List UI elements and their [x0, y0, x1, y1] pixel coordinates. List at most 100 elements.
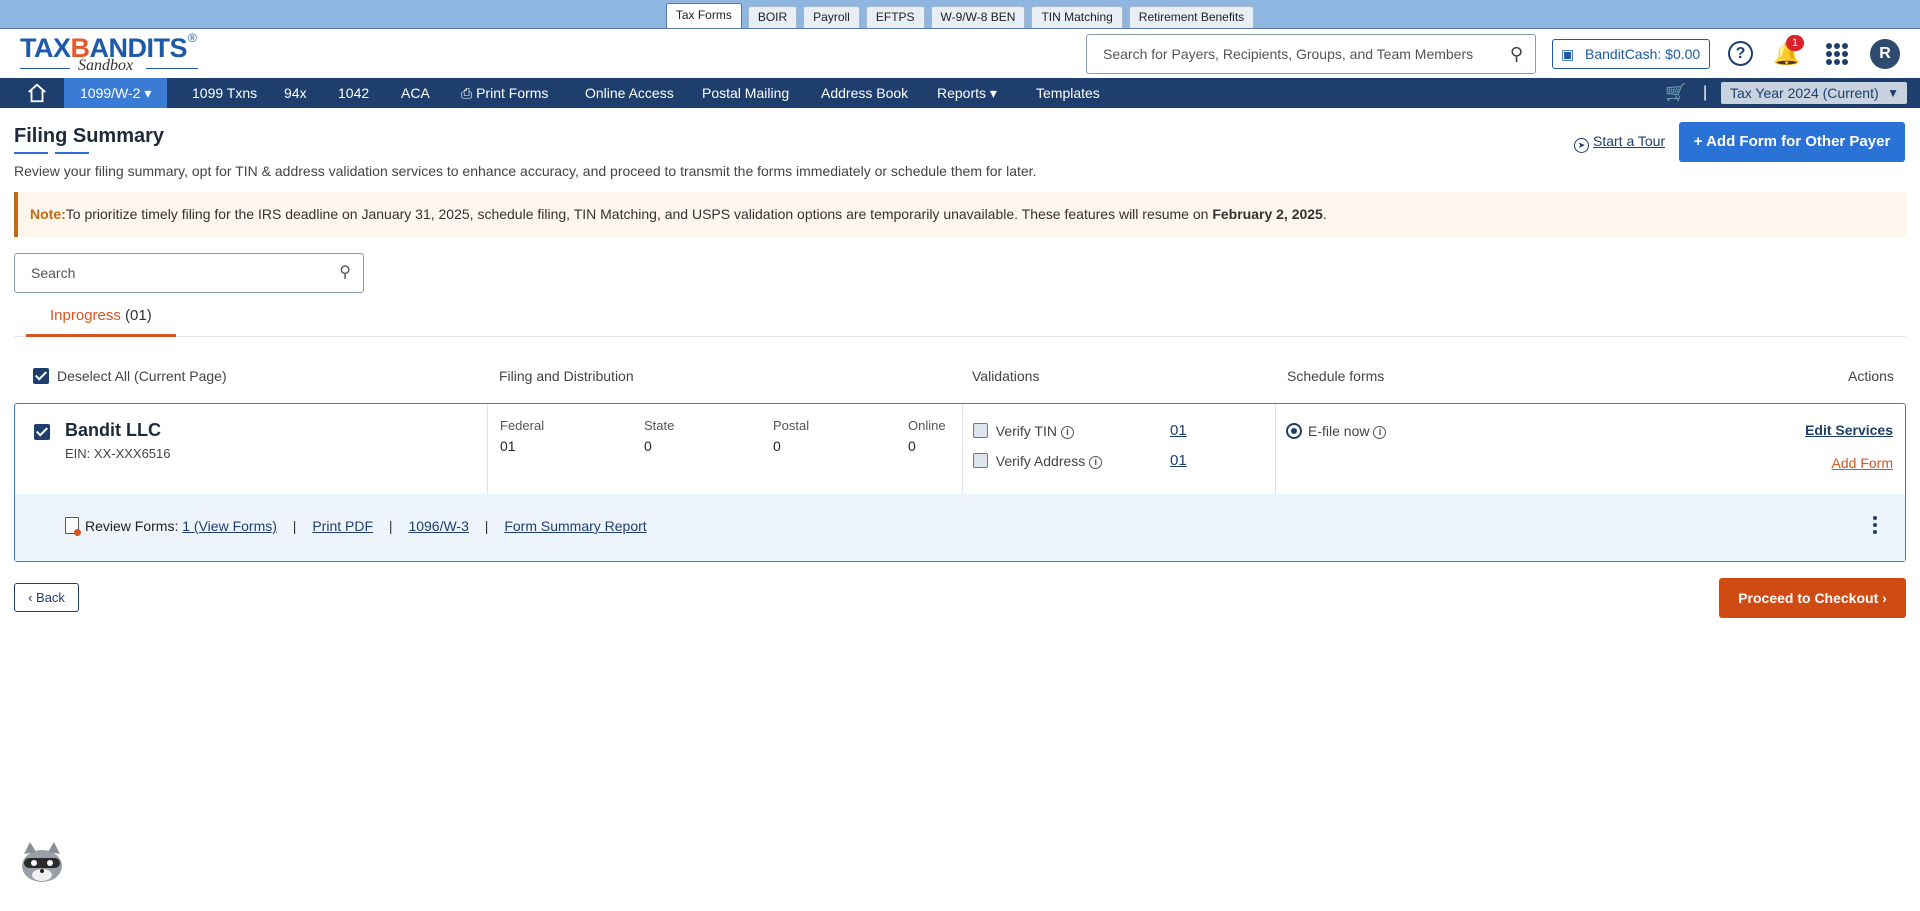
bandit-cash-button[interactable]: ▣ BanditCash: $0.00	[1552, 39, 1710, 69]
cart-icon[interactable]: 🛒	[1665, 83, 1686, 103]
start-tour-link[interactable]: ➤ Start a Tour	[1574, 133, 1665, 153]
divider	[1275, 404, 1276, 494]
online-value: 0	[908, 438, 916, 454]
info-icon[interactable]: i	[1089, 456, 1103, 469]
printer-icon: ⎙	[461, 85, 473, 101]
nav-1099-txns[interactable]: 1099 Txns	[176, 78, 273, 108]
page-title: Filing Summary	[14, 125, 165, 147]
verify-tin-count[interactable]: 01	[1170, 422, 1187, 439]
back-button[interactable]: ‹ Back	[14, 583, 79, 612]
notification-badge: 1	[1786, 35, 1804, 51]
info-icon[interactable]: i	[1060, 426, 1074, 439]
home-icon[interactable]	[26, 82, 48, 104]
payer-card: Bandit LLC EIN: XX-XXX6516 Federal 01 St…	[14, 403, 1906, 562]
federal-label: Federal	[500, 418, 545, 433]
payer-ein: EIN: XX-XXX6516	[65, 446, 171, 461]
review-forms-row: Review Forms: 1 (View Forms) | Print PDF…	[65, 517, 647, 536]
compass-icon: ➤	[1574, 138, 1589, 153]
nav-address-book[interactable]: Address Book	[805, 78, 924, 108]
nav-reports[interactable]: Reports ▾	[921, 78, 1013, 108]
nav-templates[interactable]: Templates	[1020, 78, 1116, 108]
efile-now-option[interactable]: E-file now i	[1286, 423, 1387, 439]
tax-year-select[interactable]: Tax Year 2024 (Current) ▼	[1721, 82, 1907, 104]
tab-eftps[interactable]: EFTPS	[865, 6, 925, 28]
global-search-input[interactable]: Search for Payers, Recipients, Groups, a…	[1086, 34, 1536, 74]
tab-retirement-benefits[interactable]: Retirement Benefits	[1128, 6, 1255, 28]
tab-payroll[interactable]: Payroll	[803, 6, 860, 28]
federal-value: 01	[500, 438, 516, 454]
page-subtitle: Review your filing summary, opt for TIN …	[14, 163, 1037, 179]
wallet-icon: ▣	[1561, 46, 1575, 62]
payer-search-placeholder: Search	[31, 265, 76, 281]
nav-1042[interactable]: 1042	[322, 78, 385, 108]
state-label: State	[644, 418, 675, 433]
verify-address-checkbox[interactable]	[973, 453, 988, 468]
print-pdf-link[interactable]: Print PDF	[312, 518, 373, 534]
payer-search-input[interactable]: Search ⚲	[14, 253, 364, 293]
tab-tin-matching[interactable]: TIN Matching	[1031, 6, 1123, 28]
proceed-to-checkout-button[interactable]: Proceed to Checkout ›	[1719, 578, 1906, 618]
nav-94x[interactable]: 94x	[268, 78, 323, 108]
status-tabs: Inprogress (01)	[14, 305, 1906, 337]
nav-online-access[interactable]: Online Access	[569, 78, 690, 108]
online-label: Online	[908, 418, 946, 433]
apps-grid-icon[interactable]	[1826, 43, 1848, 65]
title-underline-right	[55, 152, 89, 154]
payer-checkbox[interactable]	[34, 424, 50, 440]
nav-aca[interactable]: ACA	[385, 78, 446, 108]
efile-now-radio[interactable]	[1286, 423, 1302, 439]
tab-w9-w8ben[interactable]: W-9/W-8 BEN	[930, 6, 1026, 28]
tab-inprogress[interactable]: Inprogress (01)	[26, 305, 176, 337]
nav-1099-w2[interactable]: 1099/W-2 ▾	[64, 78, 168, 108]
verify-address-count[interactable]: 01	[1170, 452, 1187, 469]
deadline-note: Note:To prioritize timely filing for the…	[14, 192, 1906, 237]
add-form-other-payer-button[interactable]: + Add Form for Other Payer	[1679, 122, 1905, 162]
raccoon-mascot-icon[interactable]	[16, 838, 68, 886]
title-underline-left	[14, 152, 48, 154]
header: TAXBANDITS ® Sandbox Search for Payers, …	[0, 28, 1920, 78]
document-icon	[65, 517, 81, 536]
postal-label: Postal	[773, 418, 810, 433]
edit-services-link[interactable]: Edit Services	[1805, 422, 1893, 438]
tab-tax-forms[interactable]: Tax Forms	[665, 3, 742, 28]
view-forms-link[interactable]: 1 (View Forms)	[182, 518, 277, 534]
chevron-right-icon: ›	[1882, 590, 1887, 606]
select-all-checkbox[interactable]	[33, 368, 49, 384]
logo-divider-left	[20, 68, 70, 69]
search-icon[interactable]: ⚲	[1510, 35, 1523, 73]
deselect-all[interactable]: Deselect All (Current Page)	[33, 368, 227, 384]
verify-tin-checkbox[interactable]	[973, 423, 988, 438]
form-summary-report-link[interactable]: Form Summary Report	[504, 518, 646, 534]
chevron-down-icon: ▼	[1887, 86, 1899, 100]
main-nav: 1099/W-2 ▾ 1099 Txns 94x 1042 ACA ⎙ Prin…	[0, 78, 1920, 108]
payer-name: Bandit LLC	[65, 420, 161, 440]
search-icon[interactable]: ⚲	[339, 254, 351, 292]
note-text: To prioritize timely filing for the IRS …	[65, 206, 1213, 222]
col-schedule-forms: Schedule forms	[1287, 368, 1385, 384]
logo-text-tax: TAX	[20, 33, 71, 63]
logo-divider-right	[146, 68, 198, 69]
avatar[interactable]: R	[1870, 39, 1900, 69]
logo-sandbox: Sandbox	[78, 57, 134, 74]
note-date: February 2, 2025	[1212, 206, 1323, 222]
help-icon[interactable]: ?	[1728, 41, 1753, 66]
divider	[962, 404, 963, 494]
plus-icon: +	[1693, 133, 1703, 150]
state-value: 0	[644, 438, 652, 454]
verify-tin-option[interactable]: Verify TIN i	[973, 423, 1074, 439]
nav-postal-mailing[interactable]: Postal Mailing	[686, 78, 805, 108]
col-filing-distribution: Filing and Distribution	[499, 368, 634, 384]
product-tabs: Tax Forms BOIR Payroll EFTPS W-9/W-8 BEN…	[0, 0, 1920, 28]
taxbandits-logo[interactable]: TAXBANDITS ® Sandbox	[18, 31, 203, 75]
more-options-icon[interactable]	[1873, 516, 1877, 537]
info-icon[interactable]: i	[1373, 426, 1387, 439]
tab-boir[interactable]: BOIR	[747, 6, 798, 28]
nav-print-forms[interactable]: ⎙ Print Forms	[445, 78, 564, 108]
chevron-left-icon: ‹	[28, 590, 33, 605]
verify-address-option[interactable]: Verify Address i	[973, 453, 1103, 469]
review-forms-label: Review Forms:	[85, 518, 179, 534]
form-1096-w3-link[interactable]: 1096/W-3	[408, 518, 468, 534]
add-form-link[interactable]: Add Form	[1832, 455, 1893, 471]
divider	[487, 404, 488, 494]
note-end: .	[1322, 206, 1327, 222]
